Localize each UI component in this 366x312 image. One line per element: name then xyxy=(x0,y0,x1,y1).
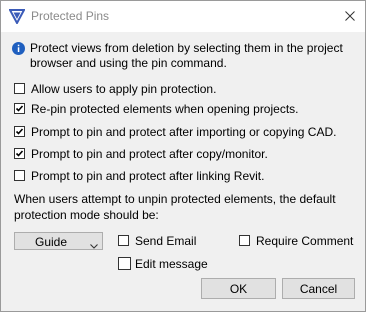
edit-message-option[interactable]: Edit message xyxy=(118,256,208,271)
option-label: Prompt to pin and protect after importin… xyxy=(31,124,337,139)
ok-button[interactable]: OK xyxy=(201,278,276,299)
info-icon xyxy=(12,42,25,55)
checkbox[interactable] xyxy=(118,257,131,270)
require-comment-label: Require Comment xyxy=(256,233,354,248)
protected-pins-dialog: Protected Pins Protect views from deleti… xyxy=(0,0,366,312)
checkbox[interactable] xyxy=(14,148,25,159)
chevron-down-icon xyxy=(90,238,98,252)
app-logo-icon xyxy=(8,8,26,26)
option-allow-users[interactable]: Allow users to apply pin protection. xyxy=(14,81,216,96)
checkbox[interactable] xyxy=(118,235,129,246)
checkbox[interactable] xyxy=(14,126,25,137)
cancel-button[interactable]: Cancel xyxy=(282,278,355,299)
send-email-option[interactable]: Send Email xyxy=(118,233,196,248)
option-repin-on-open[interactable]: Re-pin protected elements when opening p… xyxy=(14,101,299,116)
option-label: Re-pin protected elements when opening p… xyxy=(31,101,299,116)
option-prompt-linking-revit[interactable]: Prompt to pin and protect after linking … xyxy=(14,168,264,183)
title-bar: Protected Pins xyxy=(1,1,365,32)
checkbox[interactable] xyxy=(239,235,250,246)
option-prompt-import-cad[interactable]: Prompt to pin and protect after importin… xyxy=(14,124,336,139)
dropdown-value: Guide xyxy=(35,235,68,249)
option-label: Prompt to pin and protect after copy/mon… xyxy=(31,146,268,161)
edit-message-label: Edit message xyxy=(135,256,208,271)
option-label: Prompt to pin and protect after linking … xyxy=(31,168,265,183)
close-button[interactable] xyxy=(339,6,361,26)
window-title: Protected Pins xyxy=(31,9,110,23)
option-label: Allow users to apply pin protection. xyxy=(31,81,217,96)
protection-mode-description: When users attempt to unpin protected el… xyxy=(14,192,336,222)
protection-mode-dropdown[interactable]: Guide xyxy=(14,232,103,250)
checkbox[interactable] xyxy=(14,83,25,94)
send-email-label: Send Email xyxy=(135,233,197,248)
option-prompt-copy-monitor[interactable]: Prompt to pin and protect after copy/mon… xyxy=(14,146,268,161)
checkbox[interactable] xyxy=(14,170,25,181)
info-text: Protect views from deletion by selecting… xyxy=(30,41,343,70)
require-comment-option[interactable]: Require Comment xyxy=(239,233,353,248)
close-icon xyxy=(345,11,355,21)
checkbox[interactable] xyxy=(14,103,25,114)
